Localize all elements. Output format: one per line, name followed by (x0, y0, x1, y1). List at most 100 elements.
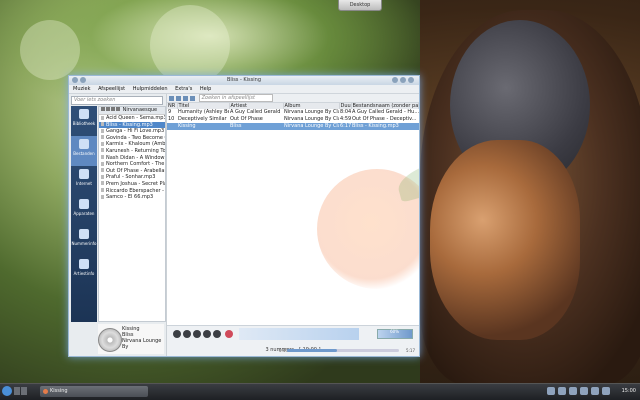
file-icon (101, 174, 104, 179)
clock[interactable]: 15:00 (622, 388, 636, 394)
playlist-row[interactable]: 10 Deceptively Similar Out Of Phase Nirvana… (167, 116, 419, 123)
desktop-pager[interactable] (14, 387, 28, 397)
menu-extras[interactable]: Extra's (175, 86, 192, 92)
playlist-search-input[interactable]: Zoeken in afspeellijst (198, 94, 273, 102)
tab-label: Internet (76, 181, 92, 186)
file-icon (101, 135, 104, 140)
file-icon (101, 181, 104, 186)
clipboard-icon[interactable] (547, 387, 555, 395)
task-label: Kissing (50, 388, 68, 394)
playlist-cell-duration: 8:04 (340, 109, 351, 115)
playlist-cell-title: Kissing (177, 123, 229, 130)
file-item[interactable]: Out Of Phase - Arabellam (99, 168, 165, 175)
close-icon[interactable] (408, 77, 414, 83)
file-name: Ganga - Hi Fi Love.mp3 (106, 128, 165, 135)
left-panel: Voer iets zoeken Bibliotheek Bestanden I… (69, 94, 167, 356)
back-icon[interactable] (101, 107, 105, 111)
tab-label: Nummerinfo (71, 241, 97, 246)
volume-label: 60% (390, 329, 399, 334)
tab-bibliotheek[interactable]: Bibliotheek (71, 106, 97, 136)
playlist-cell-file: Out Of Phase - Deceptiv... (352, 116, 417, 122)
file-item[interactable]: Karmix - Khaloum (Ambier (99, 141, 165, 148)
file-item[interactable]: Bliss - Kissing.mp3 (99, 121, 165, 129)
redo-icon[interactable] (190, 95, 195, 101)
playlist-row[interactable]: KissingBlissNirvana Lounge By Cla...6:17… (167, 123, 419, 130)
amarok-icon (43, 389, 48, 394)
tab-label: Apparaten (73, 211, 95, 216)
progress-fill (287, 349, 338, 352)
love-icon[interactable] (225, 330, 233, 338)
sidebar-tabs: Bibliotheek Bestanden Internet Apparaten… (71, 106, 97, 322)
menu-hulpmiddelen[interactable]: Hulpmiddelen (133, 86, 168, 92)
file-item[interactable]: Riccardo Eberspacher - Vi (99, 188, 165, 195)
file-item[interactable]: Northern Comfort - The S (99, 161, 165, 168)
tab-nummerinfo[interactable]: Nummerinfo (71, 226, 97, 256)
minimize-icon[interactable] (392, 77, 398, 83)
playlist-cell-file: A Guy Called Gerald - Hu... (352, 109, 419, 115)
undo-icon[interactable] (183, 95, 188, 101)
app-icon[interactable] (72, 77, 78, 83)
globe-icon (79, 169, 89, 179)
previous-icon[interactable] (173, 330, 181, 338)
firefox-icon[interactable] (558, 387, 566, 395)
save-playlist-icon[interactable] (176, 95, 181, 101)
show-desktop-button[interactable]: Desktop (338, 0, 382, 11)
battery-icon[interactable] (602, 387, 610, 395)
cd-icon (98, 328, 122, 352)
up-icon[interactable] (111, 107, 115, 111)
file-item[interactable]: Acid Queen - Sema.mp3 (99, 115, 165, 122)
file-list: Acid Queen - Sema.mp3 Bliss - Kissing.mp3… (99, 115, 165, 201)
playlist-cell-album: Nirvana Lounge By Cla... (283, 123, 339, 130)
file-name: Out Of Phase - Arabellam (106, 167, 165, 174)
playlist-cell-nr: 9 (168, 109, 172, 115)
network-icon[interactable] (580, 387, 588, 395)
tab-internet[interactable]: Internet (71, 166, 97, 196)
pin-icon[interactable] (80, 77, 86, 83)
taskbar: Kissing 15:00 (0, 383, 640, 400)
file-item[interactable]: Samco - El 66.mp3 (99, 194, 165, 201)
file-icon (101, 148, 104, 153)
window-titlebar[interactable]: Bliss - Kissing (69, 76, 419, 85)
folder-icon (79, 139, 89, 149)
play-icon[interactable] (183, 330, 191, 338)
file-item[interactable]: Praful - Sonhar.mp3 (99, 174, 165, 181)
tab-label: Artiestinfo (73, 271, 95, 276)
playlist-cell-duration: 6:17 (339, 123, 351, 130)
playlist-row[interactable]: 9Humanity (Ashley Bee...A Guy Called Ger… (167, 109, 419, 116)
volume-icon[interactable] (591, 387, 599, 395)
file-name: Nash Didan - A Window O (106, 154, 165, 161)
progress-bar[interactable] (287, 349, 399, 352)
playlist-cell-nr: 10 (168, 116, 175, 122)
forward-icon[interactable] (106, 107, 110, 111)
tab-label: Bibliotheek (72, 121, 96, 126)
file-browser-toolbar: Nirvanaesque (99, 107, 165, 115)
task-amarok[interactable]: Kissing (40, 386, 148, 397)
file-item[interactable]: Karunesh - Returning To Yo (99, 148, 165, 155)
home-icon[interactable] (116, 107, 120, 111)
wallpaper-buddha-face (430, 140, 580, 340)
clear-playlist-icon[interactable] (169, 95, 174, 101)
pause-icon[interactable] (193, 330, 201, 338)
visualizer (239, 328, 359, 340)
tab-apparaten[interactable]: Apparaten (71, 196, 97, 226)
maximize-icon[interactable] (400, 77, 406, 83)
tab-bestanden[interactable]: Bestanden (71, 136, 97, 166)
window-title: Bliss - Kissing (226, 77, 261, 83)
stop-icon[interactable] (203, 330, 211, 338)
file-item[interactable]: Govinda - Two Become On (99, 135, 165, 142)
file-item[interactable]: Nash Didan - A Window O (99, 155, 165, 162)
playlist-cell-album: Nirvana Lounge By Cla... (284, 109, 339, 115)
file-item[interactable]: Ganga - Hi Fi Love.mp3 (99, 128, 165, 135)
file-name: Prem Joshua - Secret Plac (106, 180, 165, 187)
browser-path[interactable]: Nirvanaesque (123, 107, 158, 113)
tab-artiestinfo[interactable]: Artiestinfo (71, 256, 97, 286)
menu-afspeellijst[interactable]: Afspeellijst (98, 86, 125, 92)
kde-menu-icon[interactable] (2, 386, 12, 396)
file-item[interactable]: Prem Joshua - Secret Plac (99, 181, 165, 188)
amarok-window: Bliss - Kissing Muziek Afspeellijst Hulp… (68, 75, 420, 357)
file-name: Praful - Sonhar.mp3 (106, 174, 156, 181)
collection-search-input[interactable]: Voer iets zoeken (71, 96, 163, 105)
next-icon[interactable] (213, 330, 221, 338)
menu-help[interactable]: Help (200, 86, 211, 92)
terminal-icon[interactable] (569, 387, 577, 395)
